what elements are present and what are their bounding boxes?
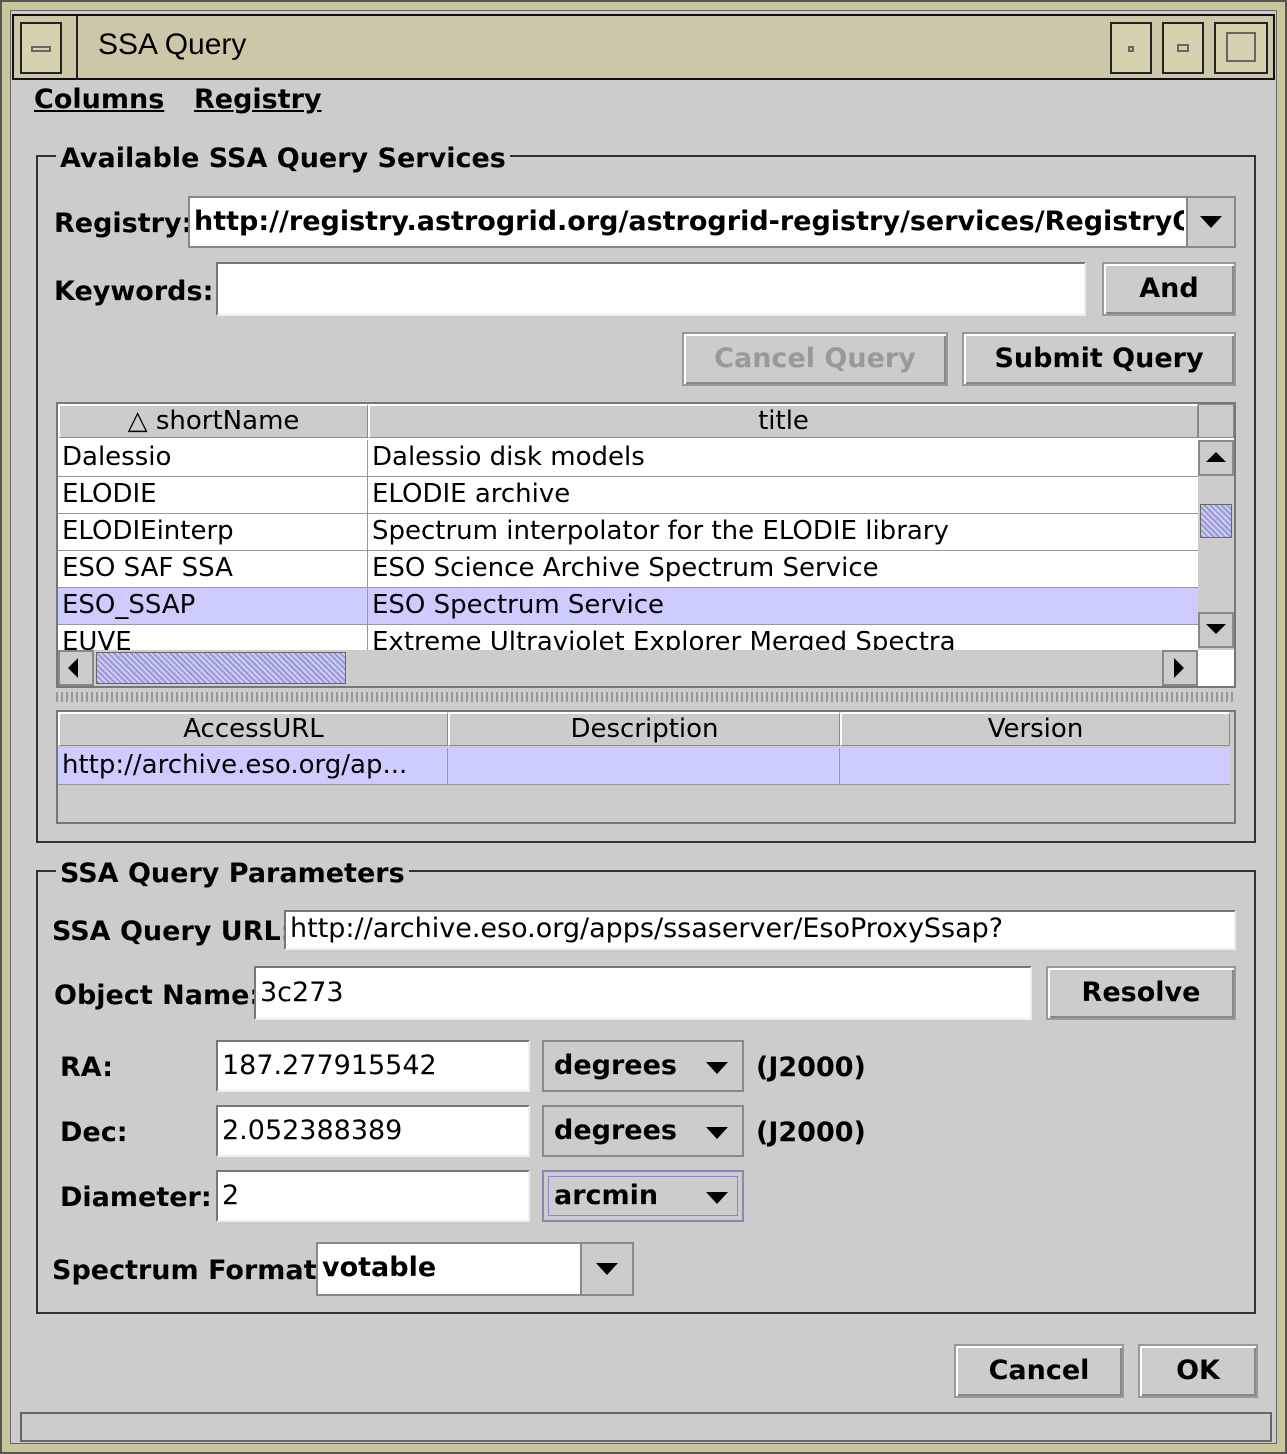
ok-button[interactable]: OK [1138, 1344, 1258, 1398]
services-table-body: Dalessio Dalessio disk models ELODIE ELO… [58, 440, 1198, 650]
table-corner [1198, 404, 1234, 438]
cell-shortname: ELODIE [62, 479, 157, 509]
table-row[interactable]: ESO SAF SSA ESO Science Archive Spectrum… [58, 551, 1198, 588]
column-header-version[interactable]: Version [840, 712, 1230, 746]
cell-shortname: ESO_SSAP [62, 590, 196, 620]
scroll-left-button[interactable] [58, 650, 94, 686]
maximize-icon[interactable] [1162, 22, 1204, 74]
table-row[interactable]: Dalessio Dalessio disk models [58, 440, 1198, 477]
ra-label: RA: [60, 1052, 113, 1083]
column-divider [447, 748, 448, 785]
menu-columns-label: Columns [34, 84, 165, 115]
cell-title: ELODIE archive [372, 479, 571, 509]
access-table: AccessURL Description Version http://arc… [56, 710, 1236, 824]
window-menu-icon[interactable] [20, 22, 62, 74]
registry-label: Registry: [54, 208, 193, 239]
spectrum-format-combo[interactable]: votable [316, 1242, 634, 1296]
cell-shortname: ELODIEinterp [62, 516, 234, 546]
cancel-query-button[interactable]: Cancel Query [682, 332, 948, 386]
ra-input[interactable]: 187.277915542 [216, 1040, 530, 1092]
scroll-right-button[interactable] [1162, 650, 1198, 686]
menu-registry-label: Registry [194, 84, 322, 115]
spectrum-format-dropdown-button[interactable] [580, 1244, 632, 1294]
spectrum-format-value: votable [322, 1252, 437, 1283]
resolve-button[interactable]: Resolve [1046, 966, 1236, 1020]
horizontal-scroll-thumb[interactable] [96, 652, 346, 684]
registry-dropdown-button[interactable] [1186, 198, 1234, 246]
column-divider [367, 440, 368, 650]
dec-units-value: degrees [554, 1115, 677, 1146]
dropdown-arrow-icon [596, 1263, 618, 1275]
column-header-description[interactable]: Description [448, 712, 840, 746]
table-row[interactable]: ELODIE ELODIE archive [58, 477, 1198, 514]
status-bar [20, 1412, 1272, 1442]
title-bar[interactable]: SSA Query [12, 14, 1275, 80]
keywords-label: Keywords: [54, 276, 214, 307]
dropdown-arrow-icon [706, 1062, 728, 1074]
menu-columns[interactable]: Columns [34, 84, 164, 115]
cell-accessurl: http://archive.eso.org/ap... [62, 750, 408, 780]
cancel-button[interactable]: Cancel [954, 1344, 1124, 1398]
diameter-units-combo[interactable]: arcmin [542, 1170, 744, 1222]
cell-shortname: Dalessio [62, 442, 172, 472]
cell-title: Spectrum interpolator for the ELODIE lib… [372, 516, 949, 546]
diameter-input[interactable]: 2 [216, 1170, 530, 1222]
ra-units-combo[interactable]: degrees [542, 1040, 744, 1092]
services-group-title: Available SSA Query Services [56, 143, 510, 174]
minimize-icon[interactable] [1110, 22, 1152, 74]
dec-input[interactable]: 2.052388389 [216, 1105, 530, 1157]
and-button[interactable]: And [1102, 262, 1236, 316]
query-url-label: SSA Query URL: [52, 916, 292, 947]
table-row-selected[interactable]: http://archive.eso.org/ap... [58, 748, 1230, 785]
window-title: SSA Query [98, 28, 247, 61]
diameter-units-value: arcmin [554, 1180, 659, 1211]
menu-registry[interactable]: Registry [194, 84, 322, 115]
column-divider [839, 748, 840, 785]
scroll-up-button[interactable] [1198, 440, 1234, 476]
vertical-scroll-thumb[interactable] [1200, 504, 1232, 538]
services-table: △ shortName title Dalessio Dalessio disk… [56, 402, 1236, 688]
cell-title: ESO Science Archive Spectrum Service [372, 553, 879, 583]
column-header-title[interactable]: title [368, 404, 1198, 438]
vertical-scrollbar[interactable] [1198, 440, 1234, 650]
column-header-shortname[interactable]: △ shortName [58, 404, 368, 438]
cell-title: Extreme Ultraviolet Explorer Merged Spec… [372, 627, 956, 650]
cell-shortname: EUVE [62, 627, 132, 650]
ra-epoch-label: (J2000) [756, 1052, 866, 1083]
keywords-input[interactable] [216, 262, 1086, 316]
params-group-title: SSA Query Parameters [56, 858, 409, 889]
submit-query-button[interactable]: Submit Query [962, 332, 1236, 386]
spectrum-format-label: Spectrum Format: [52, 1255, 328, 1286]
query-url-input[interactable]: http://archive.eso.org/apps/ssaserver/Es… [284, 910, 1236, 950]
dec-label: Dec: [60, 1117, 128, 1148]
dropdown-arrow-icon [1200, 216, 1222, 228]
dropdown-arrow-icon [706, 1127, 728, 1139]
dec-units-combo[interactable]: degrees [542, 1105, 744, 1157]
registry-combo[interactable]: http://registry.astrogrid.org/astrogrid-… [188, 196, 1236, 248]
registry-value: http://registry.astrogrid.org/astrogrid-… [194, 206, 1184, 237]
dec-epoch-label: (J2000) [756, 1117, 866, 1148]
table-row-selected[interactable]: ESO_SSAP ESO Spectrum Service [58, 588, 1198, 625]
dropdown-arrow-icon [706, 1192, 728, 1204]
column-header-accessurl[interactable]: AccessURL [58, 712, 448, 746]
object-name-label: Object Name: [54, 980, 261, 1011]
restore-icon[interactable] [1214, 22, 1268, 74]
table-row[interactable]: ELODIEinterp Spectrum interpolator for t… [58, 514, 1198, 551]
scroll-down-button[interactable] [1198, 612, 1234, 648]
split-pane-divider[interactable] [56, 692, 1236, 702]
cell-shortname: ESO SAF SSA [62, 553, 233, 583]
table-row[interactable]: EUVE Extreme Ultraviolet Explorer Merged… [58, 625, 1198, 650]
cell-title: Dalessio disk models [372, 442, 645, 472]
ra-units-value: degrees [554, 1050, 677, 1081]
diameter-label: Diameter: [60, 1182, 212, 1213]
cell-title: ESO Spectrum Service [372, 590, 665, 620]
horizontal-scrollbar[interactable] [58, 650, 1198, 686]
object-name-input[interactable]: 3c273 [254, 966, 1032, 1020]
